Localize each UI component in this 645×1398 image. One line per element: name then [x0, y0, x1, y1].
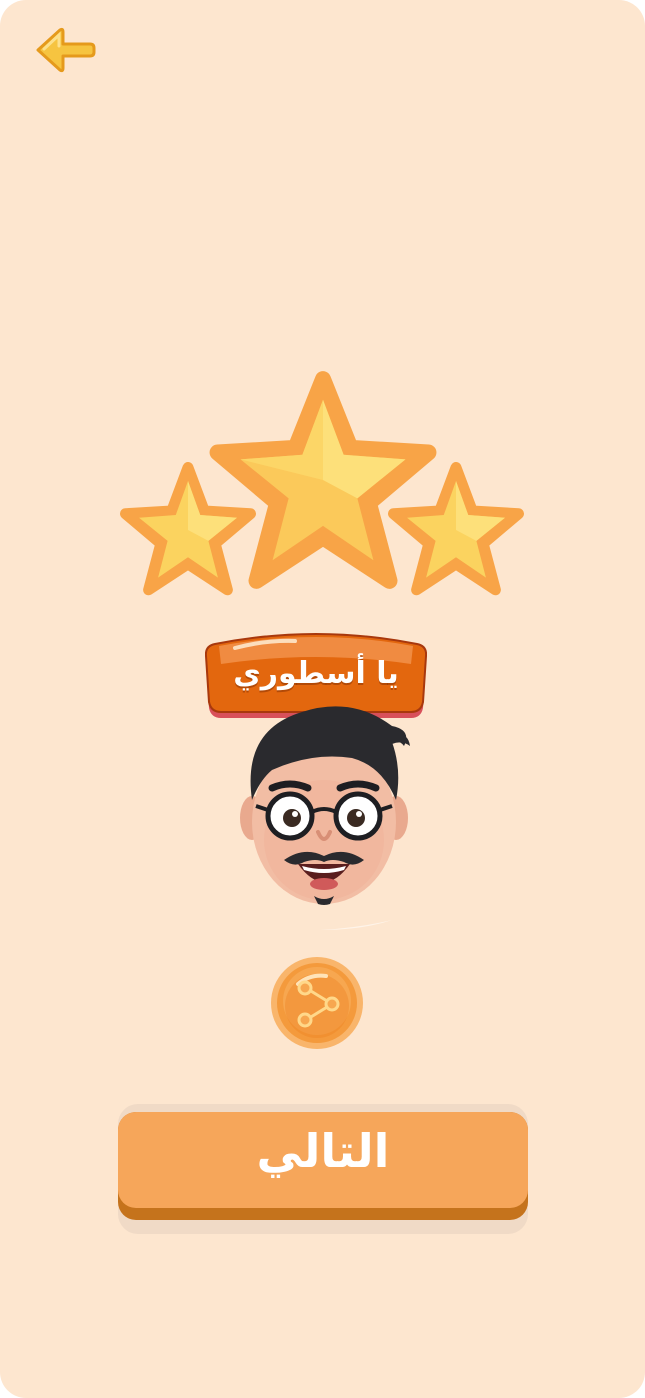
- arrow-left-icon: [36, 27, 96, 73]
- star-icon: [388, 462, 524, 596]
- level-complete-screen: يا أسطوري التالي: [0, 0, 645, 1398]
- memoji-avatar-icon: [240, 706, 410, 905]
- next-button[interactable]: التالي: [118, 1104, 528, 1236]
- badge-label: يا أسطوري: [233, 656, 399, 691]
- share-button[interactable]: [268, 954, 366, 1052]
- next-button-label: التالي: [256, 1124, 390, 1178]
- decorative-streak: [320, 920, 392, 930]
- share-icon: [271, 957, 363, 1049]
- back-button[interactable]: [30, 22, 102, 78]
- star-rating: [120, 370, 525, 605]
